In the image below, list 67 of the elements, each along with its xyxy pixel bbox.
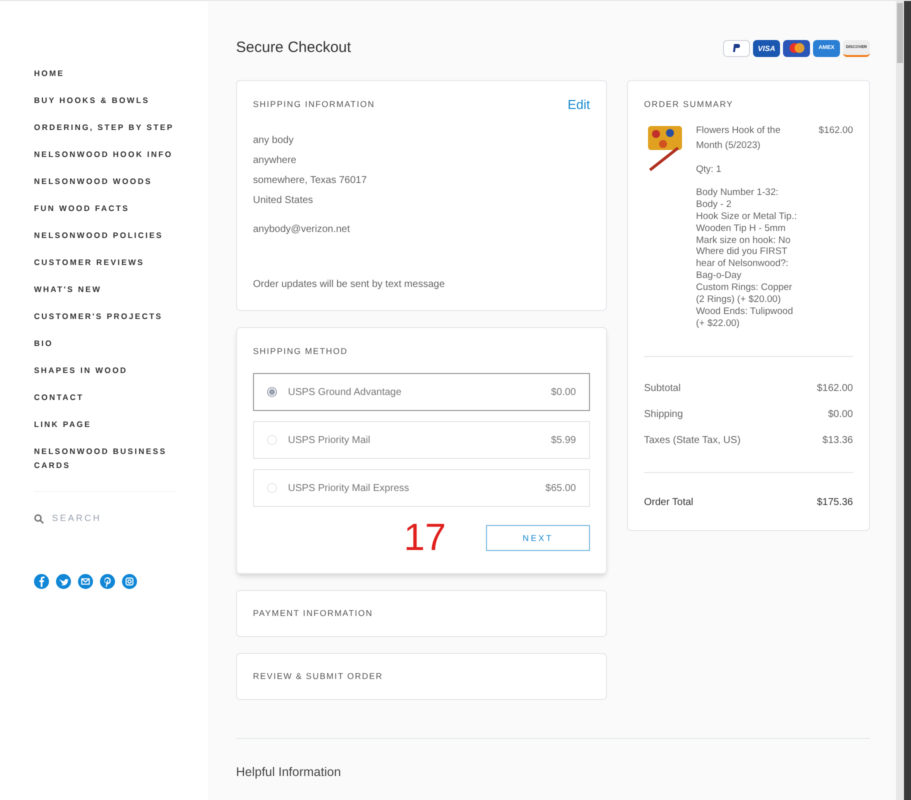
search-field[interactable]: SEARCH — [52, 512, 152, 526]
product-name: Flowers Hook of the Month (5/2023) — [696, 124, 782, 152]
product-option: Where did you FIRST hear of Nelsonwood?: Bag-o-Day — [696, 246, 802, 282]
summary-value: $0.00 — [828, 408, 853, 422]
nav-link[interactable]: BUY HOOKS & BOWLS — [34, 94, 176, 108]
nav-link[interactable]: NELSONWOOD WOODS — [34, 175, 176, 189]
nav-link[interactable]: CUSTOMER'S PROJECTS — [34, 310, 176, 324]
product-option: Wood Ends: Tulipwood (+ $22.00) — [696, 306, 802, 330]
email-icon[interactable] — [78, 574, 93, 588]
nav-link[interactable]: FUN WOOD FACTS — [34, 202, 176, 216]
nav-link[interactable]: NELSONWOOD HOOK INFO — [34, 148, 176, 162]
instagram-icon[interactable] — [122, 574, 137, 588]
option-label: USPS Ground Advantage — [288, 386, 402, 400]
facebook-icon[interactable] — [34, 574, 49, 588]
nav-link[interactable]: CONTACT — [34, 391, 176, 405]
page-title: Secure Checkout — [236, 38, 352, 58]
option-price: $0.00 — [550, 386, 576, 400]
edit-link[interactable]: Edit — [568, 98, 590, 110]
quantity: Qty: 1 — [696, 162, 722, 177]
sms-note: Order updates will be sent by text message — [253, 278, 446, 292]
nav-link[interactable]: LINK PAGE — [34, 418, 176, 432]
nav-link[interactable]: CUSTOMER REVIEWS — [34, 256, 176, 270]
section-heading: REVIEW & SUBMIT ORDER — [253, 670, 383, 684]
option-price: $65.00 — [545, 482, 576, 496]
annotation-number: 17 — [404, 519, 446, 558]
mastercard-logo — [783, 40, 810, 57]
section-heading: SHIPPING INFORMATION — [253, 98, 375, 110]
address-line: United States — [253, 194, 314, 208]
section-title: Helpful Information — [236, 764, 342, 782]
email-address: anybody@verizon.net — [253, 222, 351, 236]
section-heading: ORDER SUMMARY — [644, 98, 734, 110]
nav-link[interactable]: SHAPES IN WOOD — [34, 364, 176, 378]
search-icon — [34, 514, 44, 524]
nav-link[interactable]: WHAT'S NEW — [34, 283, 176, 297]
total-label: Order Total — [644, 496, 694, 510]
product-option: Body Number 1-32: Body - 2 — [696, 187, 802, 211]
section-heading: PAYMENT INFORMATION — [253, 607, 373, 620]
next-button[interactable]: NEXT — [486, 525, 590, 552]
address-line: somewhere, Texas 76017 — [253, 174, 368, 188]
shipping-option[interactable]: USPS Priority Mail $5.99 — [253, 421, 590, 460]
product-option: Custom Rings: Copper (2 Rings) (+ $20.00) — [696, 282, 802, 306]
nav-link[interactable]: BIO — [34, 337, 176, 351]
product-price: $162.00 — [818, 124, 853, 138]
nav-link[interactable]: ORDERING, STEP BY STEP — [34, 121, 176, 135]
product-option: Mark size on hook: No — [696, 234, 802, 246]
option-price: $5.99 — [550, 434, 576, 448]
address-line: anywhere — [253, 154, 298, 168]
summary-value: $162.00 — [816, 382, 853, 396]
summary-label: Subtotal — [644, 382, 681, 396]
address-line: any body — [253, 134, 295, 148]
product-option: Hook Size or Metal Tip.: Wooden Tip H - 5mm — [696, 210, 802, 234]
section-heading: SHIPPING METHOD — [253, 344, 349, 358]
radio-button[interactable] — [267, 387, 277, 398]
summary-label: Taxes (State Tax, US) — [644, 434, 741, 448]
nav-link[interactable]: HOME — [34, 67, 176, 81]
summary-label: Shipping — [644, 408, 683, 422]
shipping-option[interactable]: USPS Ground Advantage $0.00 — [253, 373, 590, 412]
nav-link[interactable]: NELSONWOOD POLICIES — [34, 229, 176, 243]
total-value: $175.36 — [816, 496, 853, 510]
option-label: USPS Priority Mail Express — [288, 482, 410, 496]
twitter-icon[interactable] — [56, 574, 71, 588]
paypal-logo — [723, 40, 750, 57]
pinterest-icon[interactable] — [100, 574, 115, 588]
summary-value: $13.36 — [822, 434, 853, 448]
option-label: USPS Priority Mail — [288, 434, 372, 448]
nav-link[interactable]: NELSONWOOD BUSINESS CARDS — [34, 445, 176, 473]
shipping-option[interactable]: USPS Priority Mail Express $65.00 — [253, 469, 590, 508]
